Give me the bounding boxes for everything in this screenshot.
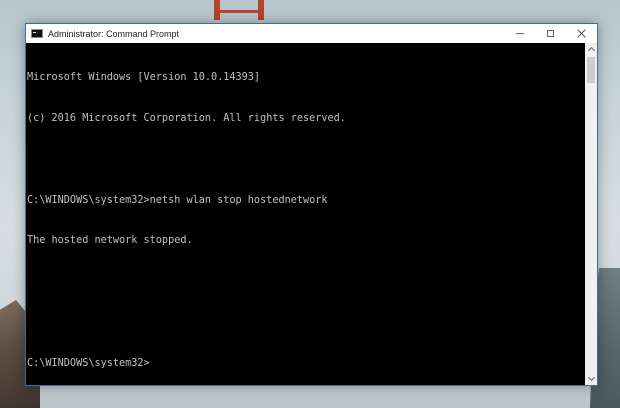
caption-buttons (504, 24, 597, 43)
scroll-up-button[interactable] (585, 43, 597, 55)
scroll-thumb[interactable] (587, 57, 595, 83)
console-output[interactable]: Microsoft Windows [Version 10.0.14393] (… (26, 43, 585, 385)
close-icon (577, 29, 586, 38)
desktop-background: Administrator: Command Prompt Microsoft … (0, 0, 620, 408)
title-bar[interactable]: Administrator: Command Prompt (26, 24, 597, 43)
bridge-crossbar (214, 10, 264, 13)
chevron-up-icon (587, 46, 595, 55)
minimize-button[interactable] (504, 24, 535, 43)
command-prompt-line[interactable]: C:\WINDOWS\system32> (27, 357, 585, 371)
close-button[interactable] (566, 24, 597, 43)
cmd-app-icon[interactable] (31, 29, 43, 38)
scroll-down-button[interactable] (585, 373, 597, 385)
maximize-icon (547, 30, 554, 37)
minimize-icon (515, 33, 524, 34)
console-line: Microsoft Windows [Version 10.0.14393] (27, 72, 261, 84)
window-title: Administrator: Command Prompt (48, 28, 180, 39)
console-line: C:\WINDOWS\system32>netsh wlan stop host… (27, 194, 328, 206)
console-line: (c) 2016 Microsoft Corporation. All righ… (27, 112, 346, 124)
vertical-scrollbar[interactable] (585, 43, 597, 385)
chevron-down-icon (587, 373, 595, 382)
maximize-button[interactable] (535, 24, 566, 43)
console-line: The hosted network stopped. (27, 235, 193, 247)
command-prompt-window[interactable]: Administrator: Command Prompt Microsoft … (25, 23, 598, 386)
